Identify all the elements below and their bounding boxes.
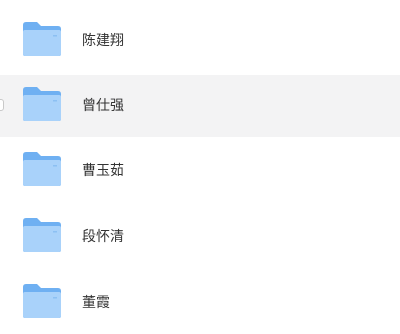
folder-name: 曾仕强 [82,98,124,114]
folder-name: 段怀清 [82,229,124,245]
folder-row[interactable]: 董霞 [0,272,400,334]
folder-name: 曹玉茹 [82,163,124,179]
folder-icon [23,218,61,252]
folder-list: 陈建翔 曾仕强 曹玉茹 段怀清 董霞 [0,0,400,318]
folder-name: 董霞 [82,295,110,311]
folder-icon [23,87,61,121]
folder-row[interactable]: 曾仕强 [0,75,400,137]
folder-row[interactable]: 陈建翔 [0,10,400,72]
folder-icon [23,284,61,318]
folder-icon [23,22,61,56]
folder-row[interactable]: 段怀清 [0,206,400,268]
folder-icon [23,152,61,186]
row-checkbox[interactable] [0,99,4,111]
folder-row[interactable]: 曹玉茹 [0,140,400,202]
folder-name: 陈建翔 [82,33,124,49]
